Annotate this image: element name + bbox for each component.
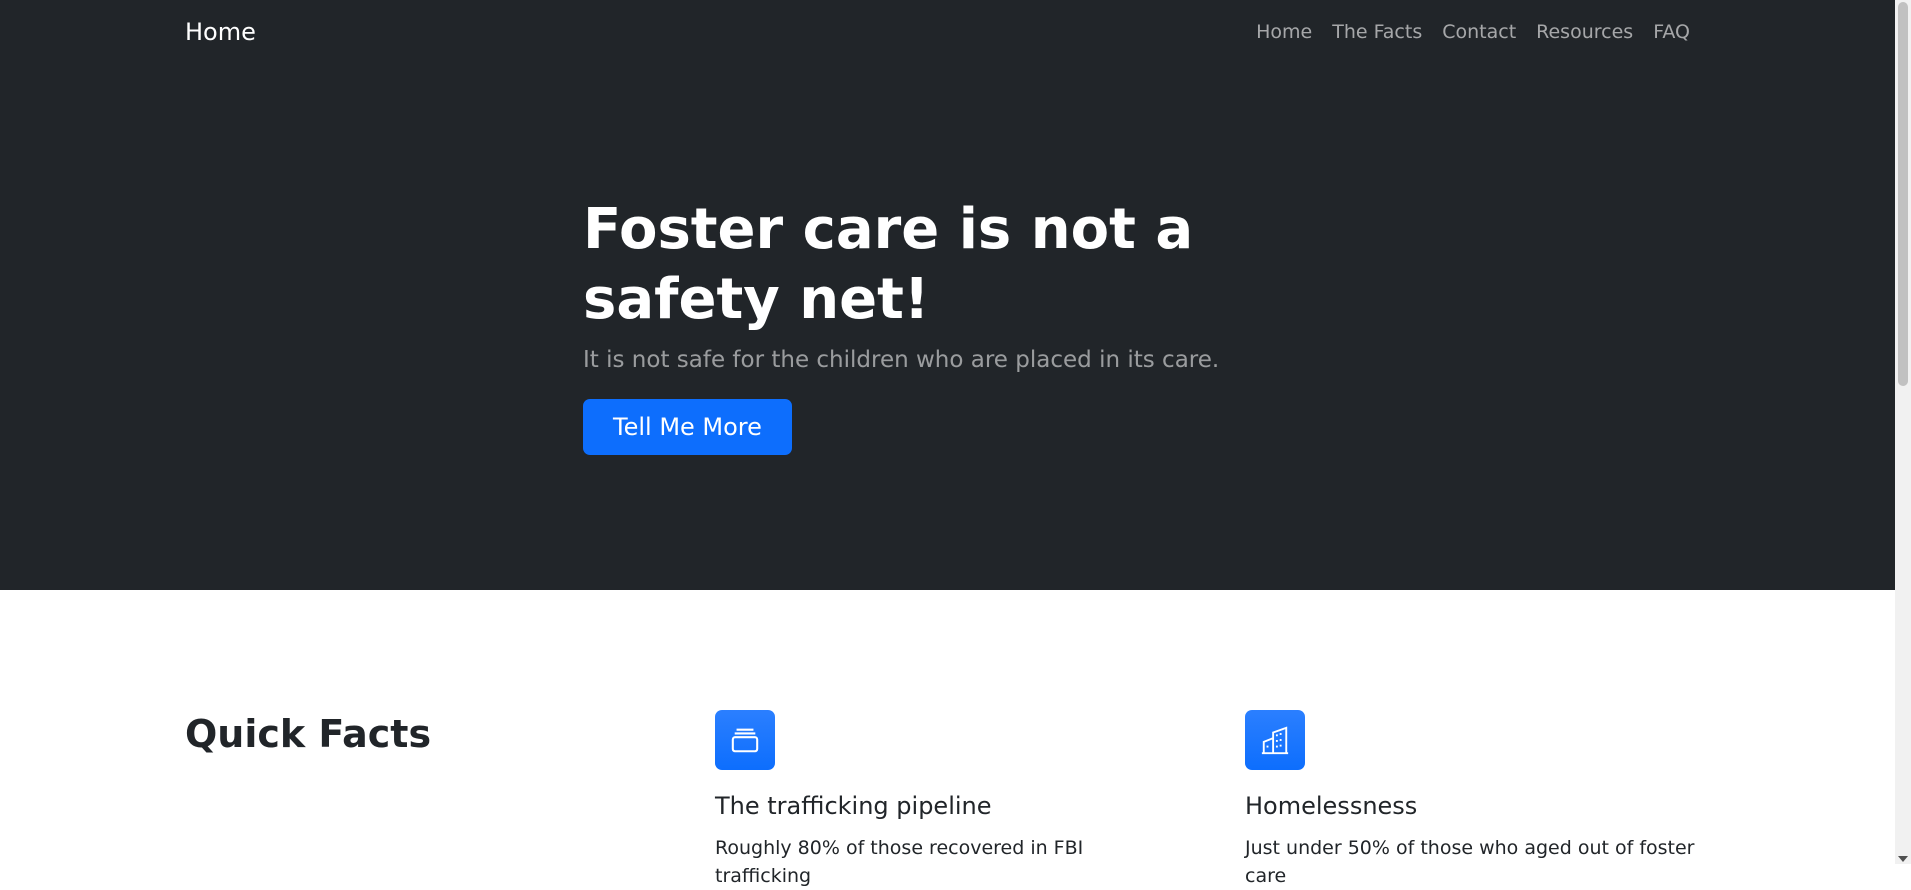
hero-content: Foster care is not a safety net! It is n… xyxy=(583,195,1363,455)
hero-section: Home Home The Facts Contact Resources FA… xyxy=(0,0,1895,590)
feature-text: Just under 50% of those who aged out of … xyxy=(1245,837,1695,887)
scrollbar-thumb[interactable] xyxy=(1898,2,1908,386)
collection-icon xyxy=(715,710,775,770)
navbar-links: Home The Facts Contact Resources FAQ xyxy=(1256,21,1690,43)
nav-link-the-facts[interactable]: The Facts xyxy=(1332,21,1422,43)
feature-homelessness: Homelessness Just under 50% of those who… xyxy=(1245,710,1715,890)
quick-facts-title: Quick Facts xyxy=(185,712,432,756)
navbar-brand[interactable]: Home xyxy=(185,18,256,46)
feature-title: The trafficking pipeline xyxy=(715,792,992,820)
hero-subtitle: It is not safe for the children who are … xyxy=(583,347,1220,373)
page-scrollbar[interactable] xyxy=(1895,0,1911,864)
building-icon xyxy=(1245,710,1305,770)
tell-me-more-button[interactable]: Tell Me More xyxy=(583,399,792,455)
nav-link-faq[interactable]: FAQ xyxy=(1653,21,1690,43)
nav-link-contact[interactable]: Contact xyxy=(1442,21,1516,43)
nav-link-resources[interactable]: Resources xyxy=(1536,21,1633,43)
feature-trafficking: The trafficking pipeline Roughly 80% of … xyxy=(715,710,1185,890)
feature-title: Homelessness xyxy=(1245,792,1418,820)
nav-link-home[interactable]: Home xyxy=(1256,21,1312,43)
hero-title: Foster care is not a safety net! xyxy=(583,197,1194,332)
scroll-down-arrow-icon[interactable] xyxy=(1898,856,1908,862)
feature-text: Roughly 80% of those recovered in FBI tr… xyxy=(715,837,1084,887)
